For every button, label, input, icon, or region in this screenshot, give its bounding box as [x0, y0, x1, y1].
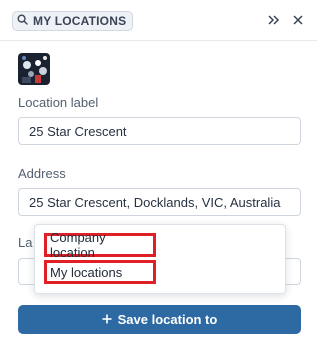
partial-field-caption: La: [18, 235, 33, 250]
panel-title: MY LOCATIONS: [33, 14, 127, 28]
locations-panel: MY LOCATIONS Location label 25 Star Cres…: [0, 0, 317, 360]
plus-icon: [102, 312, 112, 327]
close-icon: [293, 12, 303, 30]
address-caption: Address: [18, 166, 66, 181]
save-location-label: Save location to: [117, 312, 218, 327]
panel-header: MY LOCATIONS: [0, 0, 317, 41]
close-button[interactable]: [287, 10, 309, 32]
location-label-caption: Location label: [18, 95, 99, 110]
location-label-input[interactable]: 25 Star Crescent: [18, 117, 301, 145]
location-list-dropdown: Company location My locations: [34, 224, 286, 294]
double-chevron-right-icon: [268, 12, 280, 30]
address-input[interactable]: 25 Star Crescent, Docklands, VIC, Austra…: [18, 188, 301, 216]
locations-title-pill[interactable]: MY LOCATIONS: [12, 11, 134, 31]
avatar: [18, 53, 50, 85]
save-location-button[interactable]: Save location to: [18, 305, 301, 334]
option-my-locations[interactable]: My locations: [44, 260, 156, 284]
search-icon: [17, 12, 28, 30]
expand-button[interactable]: [263, 10, 285, 32]
option-company-location[interactable]: Company location: [44, 230, 156, 260]
